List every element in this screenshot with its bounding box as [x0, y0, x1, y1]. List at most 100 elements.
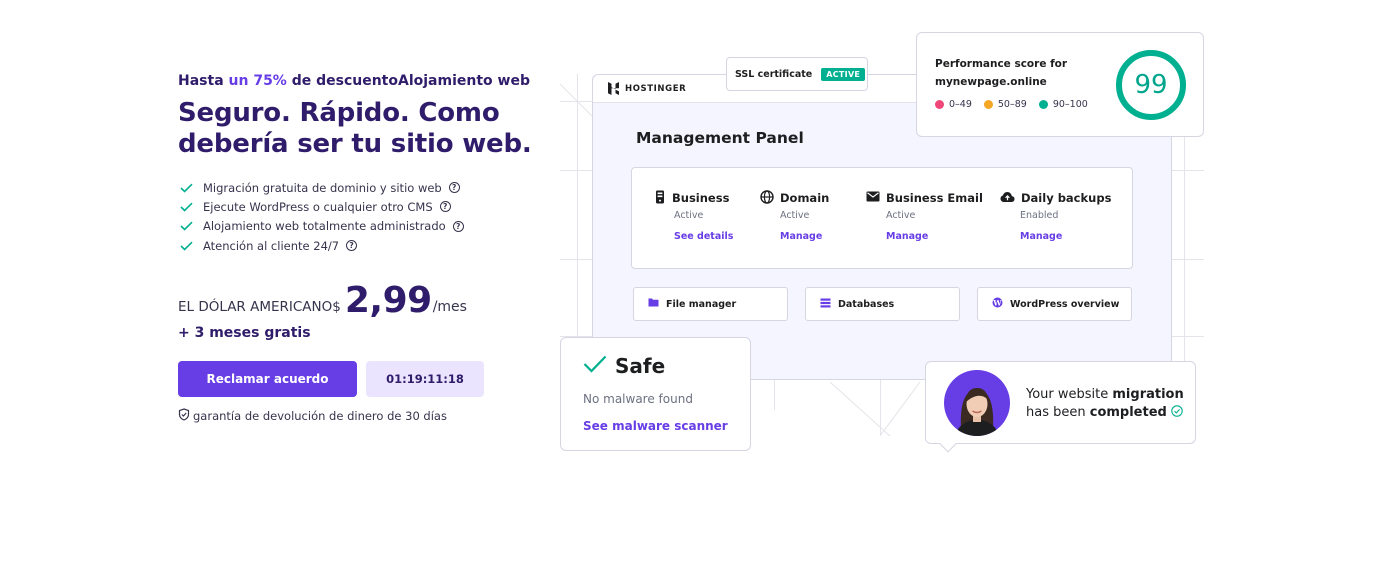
malware-scanner-link[interactable]: See malware scanner: [583, 419, 728, 433]
feature-item: Migración gratuita de dominio y sitio we…: [178, 178, 538, 197]
service-domain: Domain Active Manage: [760, 189, 830, 242]
headline-line-1: Seguro. Rápido. Como: [178, 98, 500, 128]
performance-title-line-1: Performance score for: [935, 58, 1068, 70]
performance-title: Performance score for mynewpage.online: [935, 55, 1095, 91]
speech-tail: [939, 435, 957, 453]
tool-label: WordPress overview: [1010, 298, 1120, 310]
eyebrow-prefix: Hasta: [178, 73, 229, 89]
migration-card: Your website migration has been complete…: [925, 361, 1196, 453]
price-period: /mes: [432, 299, 467, 316]
cta-row: Reclamar acuerdo 01:19:11:18: [178, 361, 538, 398]
service-name: Domain: [780, 191, 830, 205]
price-amount: 2,99: [344, 280, 432, 322]
service-business-email: Business Email Active Manage: [866, 190, 983, 242]
performance-domain: mynewpage.online: [935, 76, 1047, 88]
legend-dot: [983, 100, 993, 109]
service-business: Business Active See details: [654, 190, 733, 242]
performance-card: Performance score for mynewpage.online 0…: [916, 32, 1204, 137]
hero-eyebrow: Hasta un 75% de descuentoAlojamiento web: [178, 70, 538, 92]
check-icon: [178, 218, 194, 234]
shield-check-icon: [178, 408, 190, 424]
bonus-text: + 3 meses gratis: [178, 325, 311, 342]
help-icon[interactable]: ?: [452, 220, 464, 232]
eyebrow-accent: un 75%: [228, 73, 287, 89]
services-card: Business Active See details Domain Activ…: [631, 167, 1133, 269]
service-name: Business: [672, 191, 730, 205]
check-icon: [178, 199, 194, 215]
manage-backups-link[interactable]: Manage: [1000, 231, 1111, 242]
brand-logo: HOSTINGER: [607, 82, 686, 95]
brand-name: HOSTINGER: [625, 83, 687, 94]
headline-line-2: debería ser tu sitio web.: [178, 129, 532, 159]
legend-dot: [935, 100, 944, 109]
countdown-timer: 01:19:11:18: [366, 361, 484, 398]
service-status: Enabled: [1020, 210, 1059, 221]
score-legend: 0–49 50–89 90–100: [935, 99, 1088, 110]
claim-deal-button[interactable]: Reclamar acuerdo: [178, 361, 357, 398]
feature-item: Atención al cliente 24/7?: [178, 236, 538, 255]
service-status: Active: [780, 210, 810, 221]
check-circle-icon: [1171, 405, 1183, 420]
service-name: Business Email: [886, 191, 983, 205]
feature-text: Alojamiento web totalmente administrado: [203, 219, 446, 234]
legend-item-high: 90–100: [1038, 99, 1088, 110]
hero-section: Hasta un 75% de descuentoAlojamiento web…: [178, 70, 538, 424]
legend-label: 90–100: [1052, 99, 1088, 110]
database-icon: [820, 298, 831, 311]
see-details-link[interactable]: See details: [654, 231, 733, 242]
cloud-upload-icon: [1000, 191, 1015, 206]
ssl-status-badge: ACTIVE: [821, 67, 866, 81]
service-status: Active: [886, 210, 916, 221]
price-row: EL DÓLAR AMERICANO$ 2,99 /mes: [178, 279, 538, 321]
migration-text-2: has been: [1026, 405, 1090, 420]
tool-label: Databases: [838, 298, 895, 310]
help-icon[interactable]: ?: [448, 182, 460, 194]
migration-message: Your website migration has been complete…: [1026, 386, 1184, 422]
legend-label: 50–89: [997, 99, 1027, 110]
legend-item-low: 0–49: [935, 99, 972, 110]
guarantee: garantía de devolución de dinero de 30 d…: [178, 408, 538, 424]
avatar: [944, 370, 1010, 436]
check-icon: [178, 180, 194, 196]
ssl-card: SSL certificate ACTIVE: [726, 57, 868, 91]
manage-domain-link[interactable]: Manage: [760, 231, 829, 242]
migration-text-1: Your website: [1026, 387, 1113, 402]
check-icon: [583, 354, 607, 378]
check-icon: [178, 238, 194, 254]
feature-item: Ejecute WordPress o cualquier otro CMS?: [178, 197, 538, 216]
guarantee-text: garantía de devolución de dinero de 30 d…: [193, 409, 447, 424]
safe-title: Safe: [615, 354, 666, 378]
performance-score: 99: [1134, 70, 1168, 100]
malware-card: Safe No malware found See malware scanne…: [560, 337, 751, 451]
hero-headline: Seguro. Rápido. Como debería ser tu siti…: [178, 98, 538, 160]
file-manager-button[interactable]: File manager: [633, 287, 788, 321]
hostinger-logo-icon: [608, 82, 619, 95]
legend-item-medium: 50–89: [983, 99, 1027, 110]
feature-text: Migración gratuita de dominio y sitio we…: [203, 180, 442, 195]
feature-list: Migración gratuita de dominio y sitio we…: [178, 178, 538, 255]
folder-icon: [648, 298, 659, 310]
eyebrow-suffix: de descuentoAlojamiento web: [286, 73, 530, 89]
manage-email-link[interactable]: Manage: [866, 231, 983, 242]
panel-title: Management Panel: [636, 129, 804, 147]
safe-heading: Safe: [583, 354, 665, 378]
help-icon[interactable]: ?: [346, 240, 358, 252]
legend-dot: [1038, 100, 1048, 109]
databases-button[interactable]: Databases: [805, 287, 960, 321]
ssl-label: SSL certificate: [735, 68, 813, 80]
feature-item: Alojamiento web totalmente administrado?: [178, 217, 538, 236]
wordpress-overview-button[interactable]: W WordPress overview: [977, 287, 1132, 321]
globe-icon: [760, 189, 774, 207]
mail-icon: [866, 191, 880, 205]
svg-text:W: W: [992, 298, 1002, 307]
migration-keyword: migration: [1112, 387, 1184, 402]
feature-text: Ejecute WordPress o cualquier otro CMS: [203, 199, 433, 214]
service-daily-backups: Daily backups Enabled Manage: [1000, 190, 1111, 242]
legend-label: 0–49: [949, 99, 972, 110]
service-name: Daily backups: [1021, 191, 1112, 205]
completed-keyword: completed: [1089, 405, 1167, 420]
help-icon[interactable]: ?: [439, 201, 451, 213]
service-status: Active: [674, 210, 704, 221]
wordpress-icon: W: [992, 297, 1003, 311]
price-currency: EL DÓLAR AMERICANO$: [178, 299, 341, 316]
